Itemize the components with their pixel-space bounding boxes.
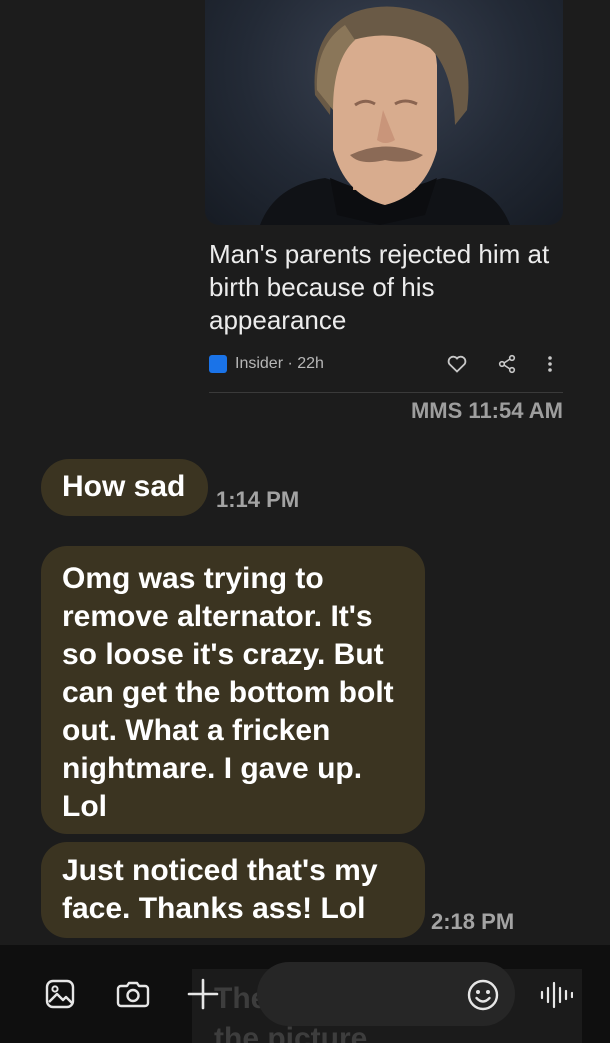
news-title[interactable]: Man's parents rejected him at birth beca… [209,238,559,337]
news-photo [260,6,510,225]
insider-logo-icon [209,355,227,373]
gallery-icon[interactable] [44,978,76,1010]
mms-timestamp: MMS 11:54 AM [410,398,563,423]
more-vertical-icon[interactable] [547,355,553,373]
message-bubble[interactable]: Omg was trying to remove alternator. It'… [41,546,425,834]
message-bubble[interactable]: How sad [41,459,208,516]
emoji-icon[interactable] [466,978,500,1012]
news-meta: Insider · 22h [209,351,559,377]
input-bar: The the picture [0,945,610,1043]
message-timestamp: 1:14 PM [216,487,300,512]
heart-icon[interactable] [447,355,467,373]
share-icon[interactable] [497,354,517,374]
voice-icon[interactable] [539,978,573,1012]
camera-icon[interactable] [116,978,150,1010]
news-source: Insider · 22h [235,355,324,372]
plus-icon[interactable] [185,976,221,1012]
message-thread: Man's parents rejected him at birth beca… [0,0,610,945]
message-bubble[interactable]: Just noticed that's my face. Thanks ass!… [41,842,425,938]
divider [209,392,563,393]
news-image[interactable] [205,0,563,225]
message-timestamp: 2:18 PM [431,909,515,934]
